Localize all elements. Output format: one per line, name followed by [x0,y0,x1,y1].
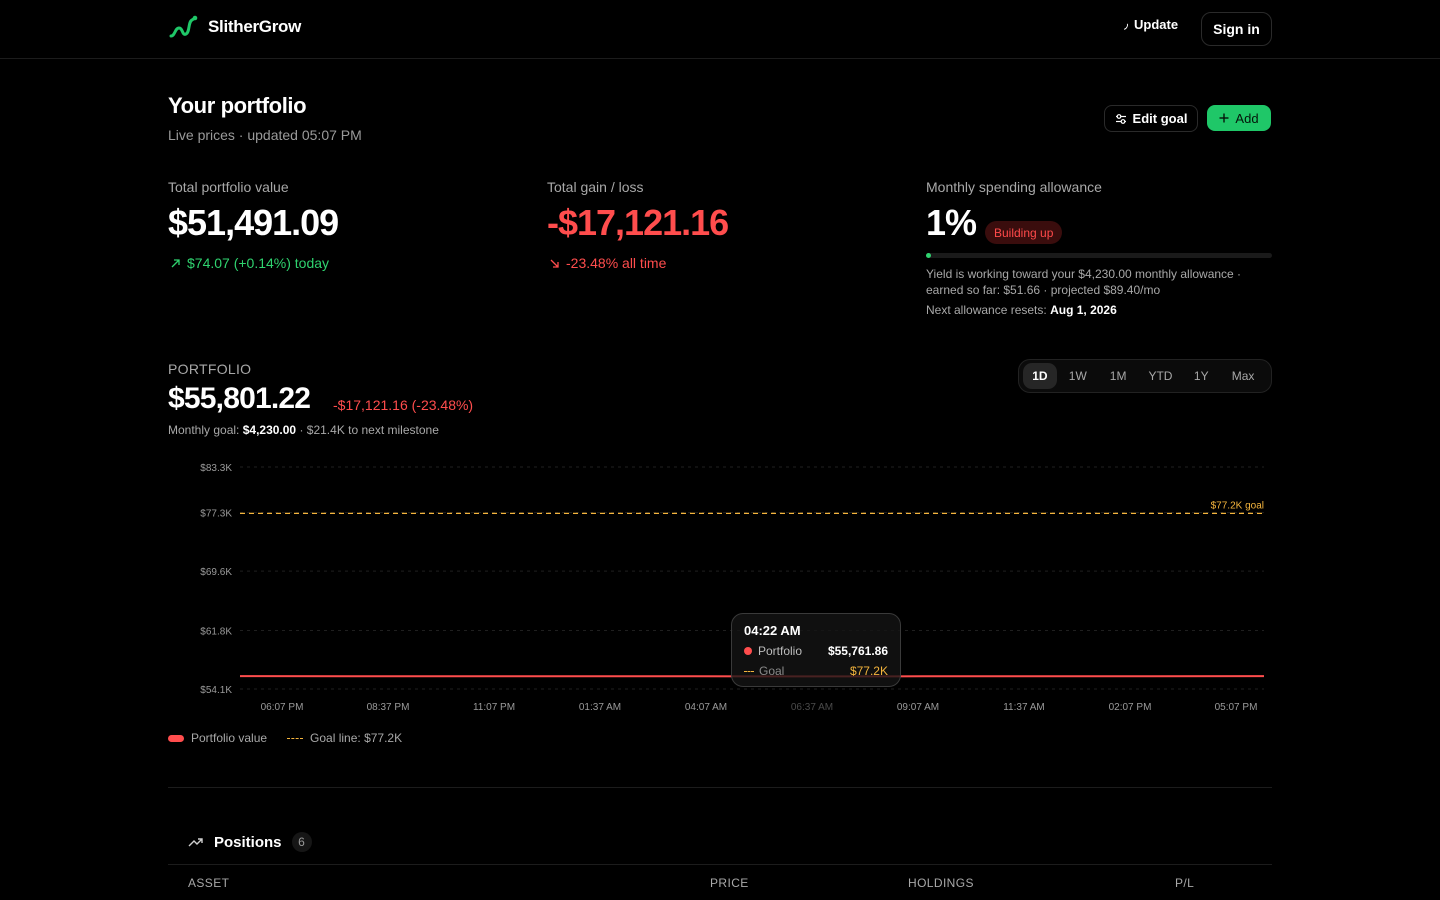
update-button[interactable]: Update [1116,17,1179,32]
total-change: $74.07 (+0.14%) today [170,255,329,271]
legend-goal-label: Goal line: $77.2K [310,731,403,745]
x-tick-label: 06:37 AM [791,702,833,713]
allowance-reset: Next allowance resets: Aug 1, 2026 [926,303,1117,317]
range-ytd[interactable]: YTD [1138,363,1184,389]
portfolio-swatch-icon [168,734,184,742]
x-tick-label: 01:37 AM [579,702,621,713]
column-price[interactable]: PRICE [710,876,749,890]
table-divider [168,864,1272,865]
sign-in-button[interactable]: Sign in [1201,12,1272,46]
snake-logo-icon [169,15,198,38]
legend-goal[interactable]: Goal line: $77.2K [287,731,402,745]
section-divider [168,787,1272,788]
x-tick-label: 02:07 PM [1109,702,1152,713]
x-tick-label: 09:07 AM [897,702,939,713]
allowance-note-line2: earned so far: $51.66 · projected $89.40… [926,283,1161,297]
positions-header: Positions 6 [188,832,312,852]
arrow-up-right-icon [171,258,180,267]
x-tick-label: 11:37 AM [1003,702,1045,713]
total-value: $51,491.09 [168,202,339,243]
monthly-goal-info: Monthly goal: $4,230.00 · $21.4K to next… [168,423,439,437]
range-1w[interactable]: 1W [1057,363,1099,389]
status-badge: Building up [985,221,1063,244]
page-title: Your portfolio [168,93,307,118]
chart-legend: Portfolio value Goal line: $77.2K [168,731,402,745]
tooltip-goal-label: Goal [759,664,785,678]
column-pl[interactable]: P/L [1175,876,1194,890]
allowance-label: Monthly spending allowance [926,179,1102,195]
positions-title: Positions [214,833,282,851]
tooltip-time: 04:22 AM [744,623,801,638]
reset-label: Next allowance resets: [926,303,1047,317]
logo[interactable]: SlitherGrow [168,14,301,40]
tooltip-goal-value: $77.2K [849,664,888,678]
goal-dash-icon [744,670,754,672]
chart-tooltip: 04:22 AM Portfolio $55,761.86 Goal $77.2… [731,613,901,687]
total-value-label: Total portfolio value [168,179,289,195]
goal-line-label: $77.2K goal [1211,500,1264,511]
plus-icon [1219,113,1229,123]
update-label: Update [1134,17,1179,32]
portfolio-dot-icon [744,647,752,655]
y-tick-label: $77.3K [200,509,232,520]
gain-loss-value: -$17,121.16 [547,202,729,243]
monthly-goal-suffix: · $21.4K to next milestone [299,423,439,437]
legend-portfolio[interactable]: Portfolio value [168,731,267,745]
gain-loss-change: -23.48% all time [549,255,666,271]
legend-portfolio-label: Portfolio value [191,731,268,745]
x-tick-label: 11:07 PM [473,702,515,713]
app-name: SlitherGrow [208,17,302,36]
range-1y[interactable]: 1Y [1183,363,1219,389]
x-tick-label: 05:07 PM [1215,702,1258,713]
edit-goal-button[interactable]: Edit goal [1104,105,1198,132]
portfolio-value: $55,801.22 [168,382,311,415]
sliders-icon [1115,113,1126,124]
total-change-text: $74.07 (+0.14%) today [187,255,330,271]
column-holdings[interactable]: HOLDINGS [908,876,974,890]
arrow-down-right-icon [550,259,559,268]
tooltip-portfolio-row: Portfolio $55,761.86 [744,644,888,658]
goal-swatch-icon [287,737,304,739]
allowance-progress-bar [926,253,1272,258]
trending-up-icon [188,838,203,847]
range-1d[interactable]: 1D [1023,363,1057,389]
range-1m[interactable]: 1M [1099,363,1138,389]
x-tick-label: 08:37 PM [367,702,410,713]
x-tick-label: 04:07 AM [685,702,727,713]
page-subtitle: Live prices · updated 05:07 PM [168,127,362,143]
column-asset[interactable]: ASSET [188,876,229,890]
allowance-note-line1: Yield is working toward your $4,230.00 m… [926,267,1242,281]
tooltip-goal-row: Goal $77.2K [744,664,888,678]
loading-spinner-icon [1116,17,1130,32]
allowance-progress-fill [926,253,932,258]
add-label: Add [1235,110,1259,126]
portfolio-change: -$17,121.16 (-23.48%) [333,397,474,413]
tooltip-portfolio-label: Portfolio [758,644,803,658]
portfolio-chart[interactable]: $83.3K $77.3K $69.6K $61.8K $54.1K 06:07 PM 08… [168,455,1278,720]
time-range-selector: 1D 1W 1M YTD 1Y Max [1018,359,1272,393]
monthly-goal-prefix: Monthly goal: [168,423,240,437]
gain-loss-change-text: -23.48% all time [566,255,667,271]
range-max[interactable]: Max [1219,363,1267,389]
tooltip-portfolio-value: $55,761.86 [827,644,888,658]
gain-loss-label: Total gain / loss [547,179,644,195]
y-tick-label: $54.1K [200,685,232,696]
y-tick-label: $83.3K [200,463,232,474]
add-button[interactable]: Add [1207,105,1271,131]
top-bar: SlitherGrow Update Sign in [0,0,1440,59]
allowance-value: 1% [926,202,977,243]
reset-date: Aug 1, 2026 [1050,303,1117,317]
x-tick-label: 06:07 PM [261,702,304,713]
y-tick-label: $69.6K [200,567,232,578]
edit-goal-label: Edit goal [1132,111,1188,126]
portfolio-section-label: PORTFOLIO [168,361,252,377]
y-tick-label: $61.8K [200,626,232,637]
positions-count: 6 [291,832,312,852]
monthly-goal-value: $4,230.00 [242,423,297,437]
